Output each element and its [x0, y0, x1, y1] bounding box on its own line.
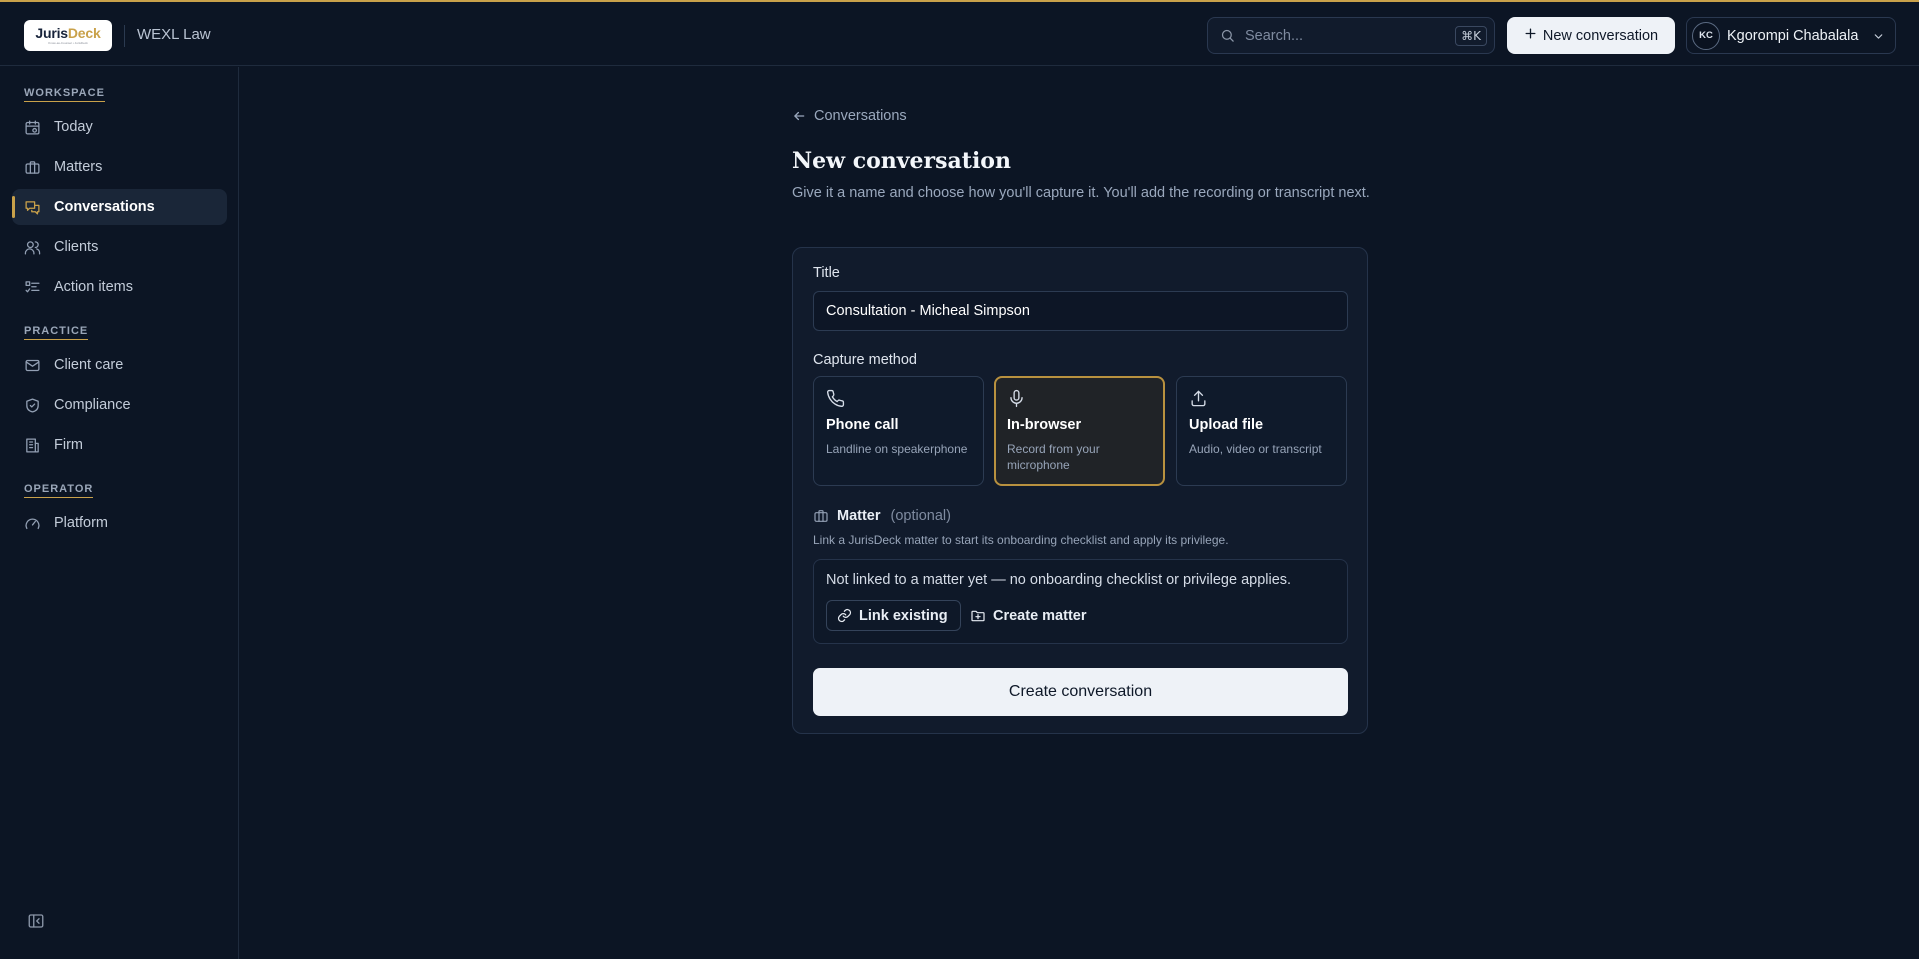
- folder-plus-icon: [971, 610, 985, 621]
- matter-link-panel: Not linked to a matter yet — no onboardi…: [813, 559, 1348, 644]
- logo-tagline: Know-as-Counsel • JurisDeck: [48, 41, 88, 45]
- section-label-workspace: WORKSPACE: [24, 87, 105, 102]
- sidebar-item-action-items[interactable]: Action items: [12, 269, 227, 305]
- sidebar-item-label: Conversations: [54, 199, 155, 215]
- sidebar-item-label: Action items: [54, 279, 133, 295]
- chevron-down-icon: [1872, 30, 1885, 48]
- new-conversation-button[interactable]: New conversation: [1507, 17, 1675, 54]
- user-name: Kgorompi Chabalala: [1727, 27, 1859, 44]
- sidebar-item-matters[interactable]: Matters: [12, 149, 227, 185]
- sidebar-item-label: Firm: [54, 437, 83, 453]
- method-title: Phone call: [826, 417, 899, 433]
- shield-check-icon: [26, 397, 39, 413]
- collapse-sidebar-button[interactable]: [27, 912, 45, 935]
- method-description: Audio, video or transcript: [1189, 442, 1322, 456]
- capture-method-label: Capture method: [813, 352, 917, 368]
- logo-wordmark: JurisDeck: [35, 25, 101, 41]
- method-title: Upload file: [1189, 417, 1264, 433]
- page-title: New conversation: [792, 148, 1011, 174]
- search-box[interactable]: Search... ⌘K: [1207, 17, 1495, 54]
- back-link-label: Conversations: [814, 108, 907, 124]
- create-conversation-button[interactable]: Create conversation: [813, 668, 1348, 716]
- sidebar-item-platform[interactable]: Platform: [12, 505, 227, 541]
- briefcase-icon: [25, 160, 40, 174]
- upload-icon: [1189, 389, 1208, 413]
- link-existing-button[interactable]: Link existing: [826, 600, 961, 631]
- users-icon: [24, 240, 41, 255]
- user-menu[interactable]: KC Kgorompi Chabalala: [1686, 17, 1896, 54]
- method-title: In-browser: [1007, 417, 1082, 433]
- search-shortcut-badge: ⌘K: [1455, 26, 1487, 46]
- mail-icon: [25, 359, 40, 371]
- sidebar-item-label: Clients: [54, 239, 99, 255]
- matter-status-text: Not linked to a matter yet — no onboardi…: [826, 572, 1292, 588]
- sidebar-item-today[interactable]: Today: [12, 109, 227, 145]
- matter-help-text: Link a JurisDeck matter to start its onb…: [813, 533, 1229, 547]
- create-matter-label: Create matter: [993, 607, 1087, 624]
- method-description: Record from your microphone: [1007, 442, 1100, 472]
- sidebar-item-label: Today: [54, 119, 93, 135]
- title-field-label: Title: [813, 265, 840, 281]
- gauge-icon: [25, 518, 40, 529]
- jurisdeck-logo[interactable]: JurisDeck Know-as-Counsel • JurisDeck: [24, 20, 112, 51]
- page-subtitle: Give it a name and choose how you'll cap…: [792, 185, 1370, 201]
- back-to-conversations-link[interactable]: Conversations: [792, 108, 907, 124]
- search-placeholder: Search...: [1245, 28, 1304, 44]
- sidebar-item-clients[interactable]: Clients: [12, 229, 227, 265]
- section-label-operator: OPERATOR: [24, 483, 94, 498]
- sidebar-item-label: Matters: [54, 159, 103, 175]
- new-conversation-label: New conversation: [1542, 27, 1659, 44]
- link-icon: [837, 608, 852, 623]
- arrow-left-icon: [794, 111, 805, 121]
- matter-optional-tag: (optional): [890, 508, 951, 524]
- calendar-icon: [25, 119, 40, 135]
- briefcase-icon: [814, 510, 828, 522]
- plus-icon: [1524, 27, 1537, 44]
- capture-method-phone-call[interactable]: Phone call Landline on speakerphone: [813, 376, 984, 486]
- logo-divider: [124, 25, 125, 47]
- sidebar-item-label: Client care: [54, 357, 124, 373]
- top-bar: JurisDeck Know-as-Counsel • JurisDeck WE…: [0, 2, 1919, 66]
- avatar: KC: [1692, 21, 1720, 50]
- sidebar: WORKSPACE Today Matters Conversations Cl…: [0, 67, 239, 959]
- create-matter-button[interactable]: Create matter: [962, 600, 1095, 631]
- title-input[interactable]: [813, 291, 1348, 331]
- sidebar-collapse-icon: [28, 914, 44, 928]
- search-icon: [1220, 28, 1235, 48]
- sidebar-item-compliance[interactable]: Compliance: [12, 387, 227, 423]
- sidebar-item-label: Compliance: [54, 397, 131, 413]
- section-label-practice: PRACTICE: [24, 325, 89, 340]
- phone-icon: [826, 389, 845, 413]
- sidebar-item-conversations[interactable]: Conversations: [12, 189, 227, 225]
- link-existing-label: Link existing: [859, 607, 948, 624]
- sidebar-item-client-care[interactable]: Client care: [12, 347, 227, 383]
- building-icon: [26, 437, 39, 453]
- firm-name: WEXL Law: [137, 26, 211, 43]
- method-description: Landline on speakerphone: [826, 442, 968, 456]
- capture-method-in-browser[interactable]: In-browser Record from your microphone: [994, 376, 1165, 486]
- sidebar-item-firm[interactable]: Firm: [12, 427, 227, 463]
- microphone-icon: [1007, 389, 1026, 413]
- new-conversation-form: Title Capture method Phone call Landline…: [792, 247, 1368, 734]
- capture-method-upload-file[interactable]: Upload file Audio, video or transcript: [1176, 376, 1347, 486]
- matter-heading: Matter (optional): [813, 508, 951, 524]
- chat-icon: [25, 200, 40, 215]
- checklist-icon: [25, 280, 40, 292]
- sidebar-item-label: Platform: [54, 515, 108, 531]
- matter-label: Matter: [837, 508, 881, 524]
